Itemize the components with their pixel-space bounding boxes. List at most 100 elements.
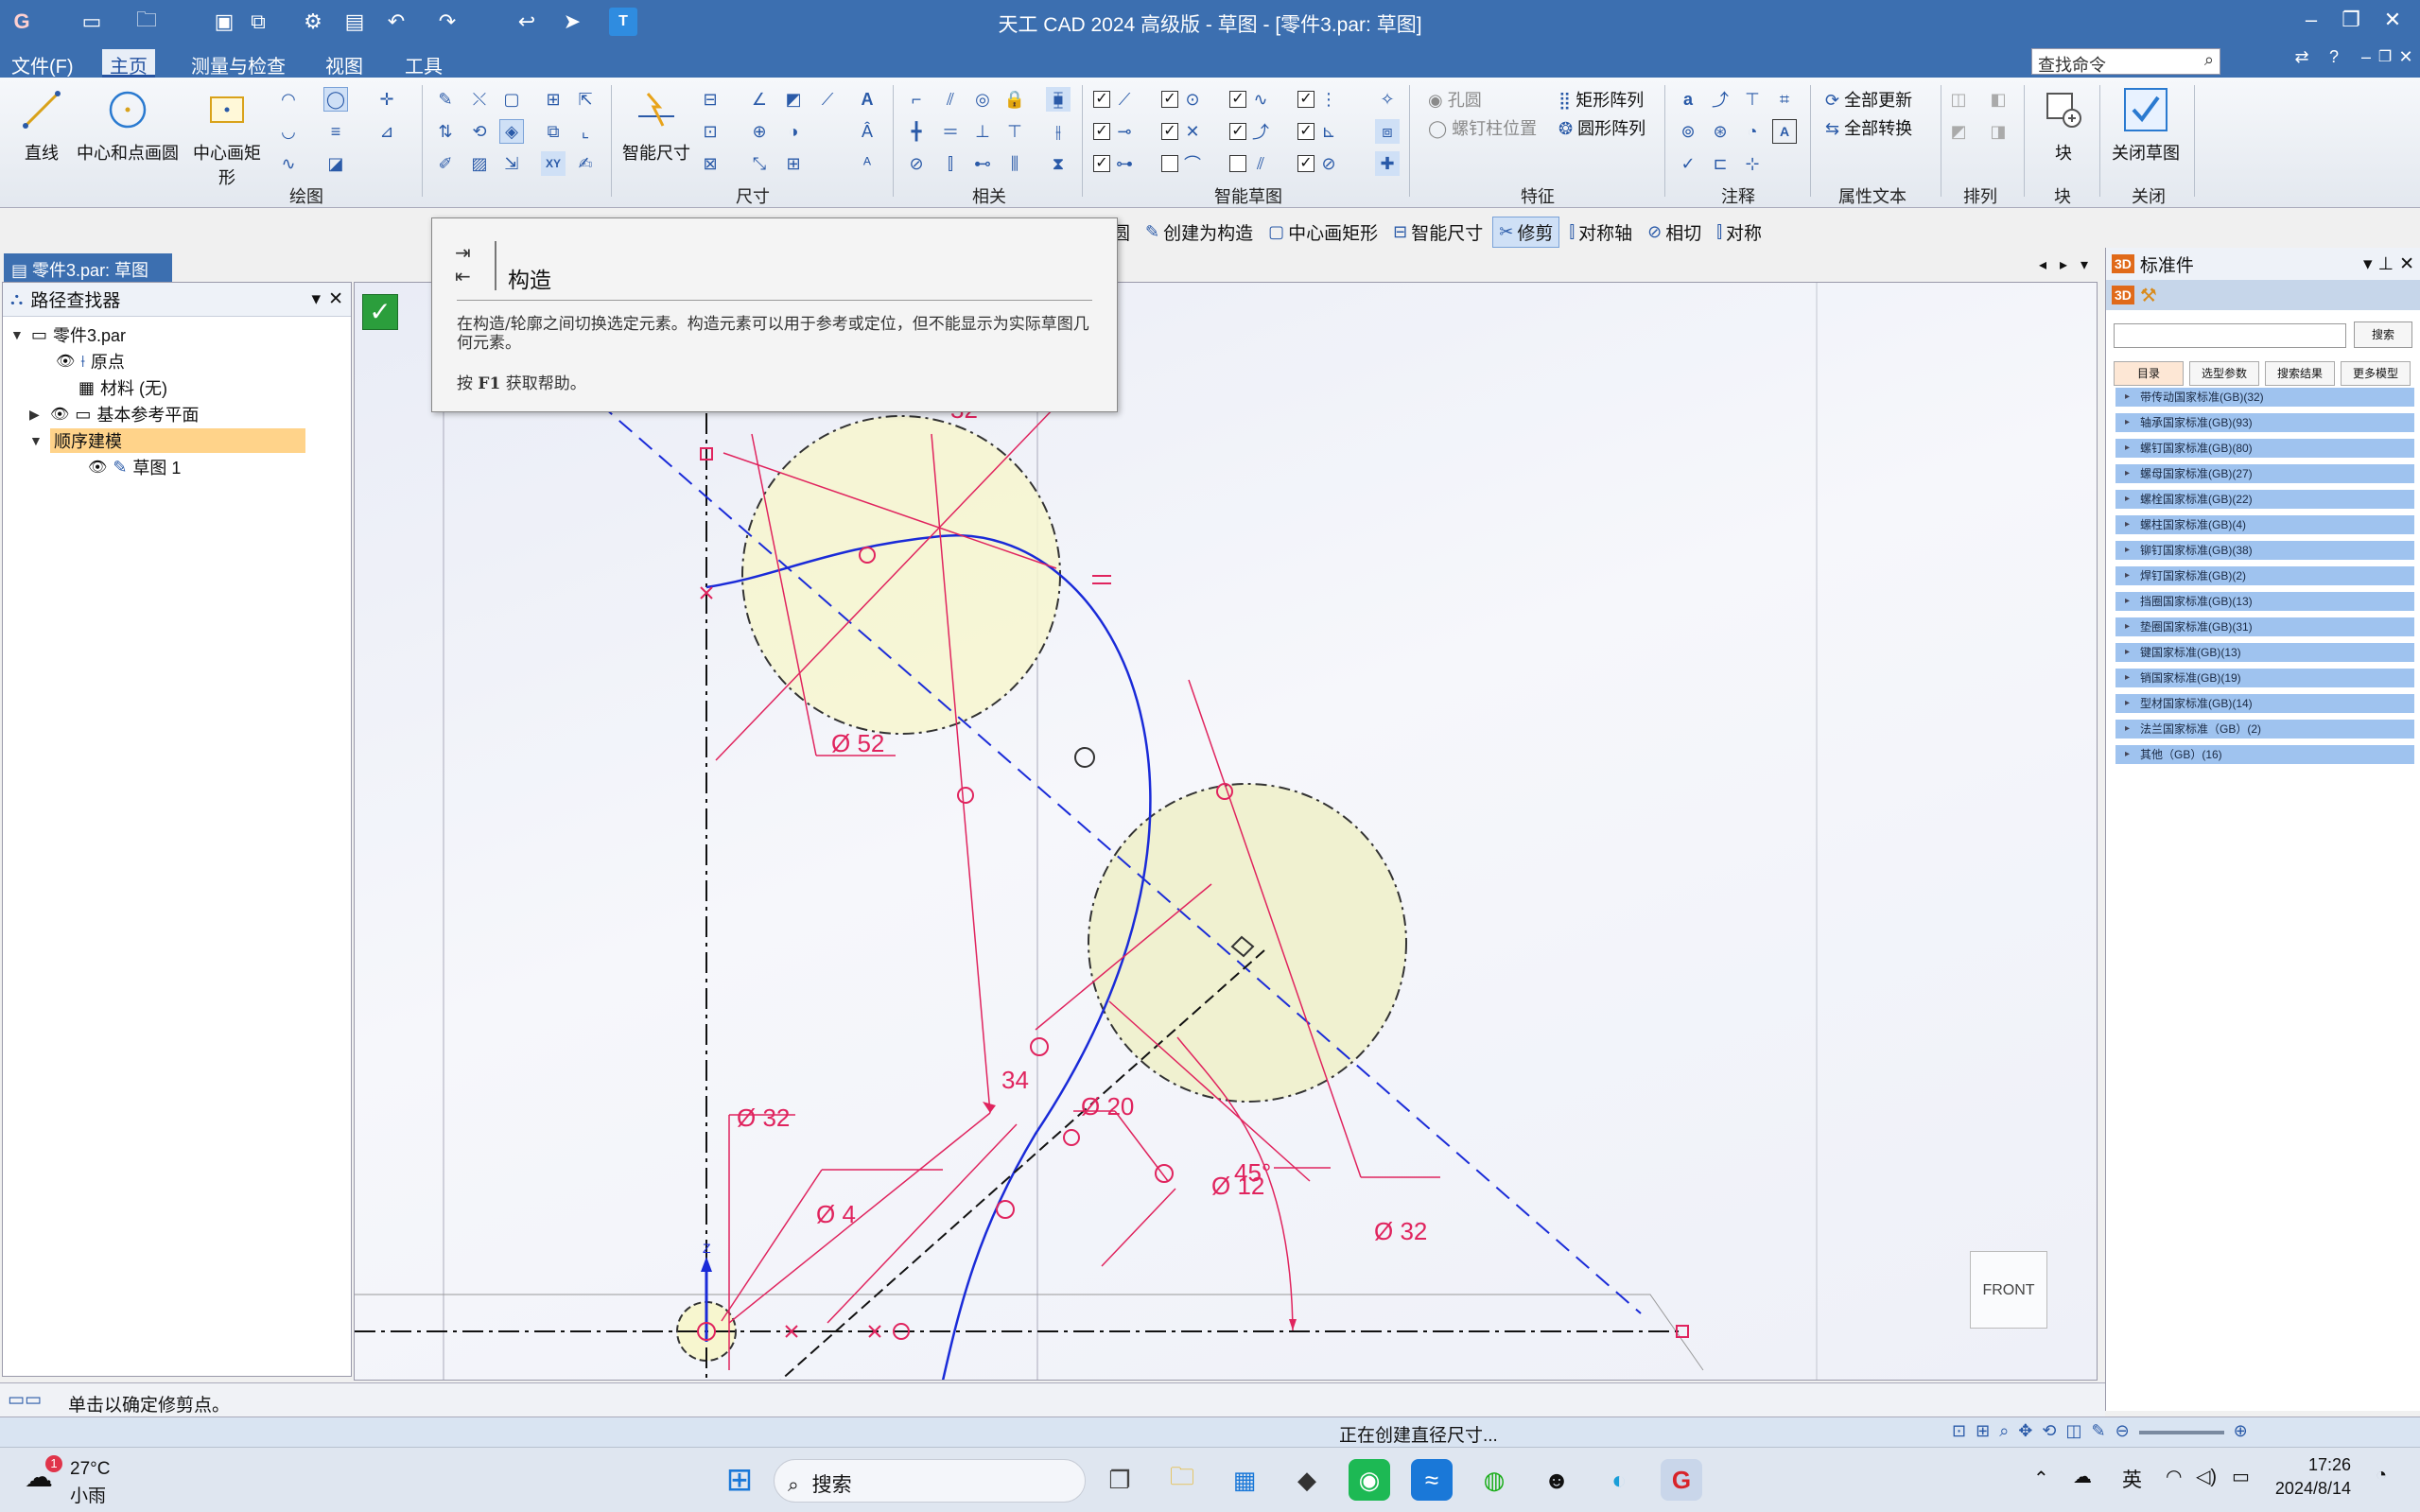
hole-option[interactable]: ◉ 孔圆 xyxy=(1428,87,1482,112)
pin-icon[interactable]: ⊥ xyxy=(2378,253,2394,275)
circ-pattern-button[interactable]: ❂ 圆形阵列 xyxy=(1558,115,1645,140)
library-item[interactable]: 螺栓国家标准(GB)(22) xyxy=(2115,490,2414,510)
callout-icon[interactable]: ⊚ xyxy=(1676,119,1700,144)
zoom-slider[interactable] xyxy=(2138,1431,2224,1434)
corner-icon[interactable]: ⌞ xyxy=(573,119,598,144)
offset-icon[interactable]: ≡ xyxy=(323,119,348,144)
smart-check-12[interactable]: ✓ xyxy=(1297,155,1314,172)
text-style-icon[interactable]: Â xyxy=(855,119,879,144)
stud-option[interactable]: ◯ 螺钉柱位置 xyxy=(1428,115,1537,140)
keypoint[interactable] xyxy=(1155,1164,1174,1183)
dropdown-icon[interactable]: ▾ xyxy=(312,288,322,310)
menu-measure[interactable]: 测量与检查 xyxy=(183,49,293,80)
center-mark-icon[interactable]: ⊹ xyxy=(1740,151,1765,176)
fill-icon[interactable]: ◪ xyxy=(323,151,348,176)
text-box-icon[interactable]: A xyxy=(1772,119,1797,144)
library-item[interactable]: 垫圈国家标准(GB)(31) xyxy=(2115,617,2414,637)
cmd-construction[interactable]: ✎ 创建为构造 xyxy=(1140,217,1259,247)
tiangong-cad-icon[interactable]: G xyxy=(1661,1459,1702,1501)
battery-icon[interactable]: ▭ xyxy=(2232,1465,2250,1488)
notification-icon[interactable]: ◔ xyxy=(2376,1465,2387,1486)
cursor-snap-icon[interactable]: ✚ xyxy=(1375,151,1400,176)
sketch-geometry[interactable]: Z Ø 52 Ø 32 Ø 4 Ø 20 Ø 12 Ø 32 34 45° xyxy=(355,283,2098,1381)
library-item[interactable]: 轴承国家标准(GB)(93) xyxy=(2115,413,2414,433)
silhouette-icon[interactable]: ⊶ xyxy=(1112,151,1137,176)
cad-app-icon[interactable]: ◆ xyxy=(1286,1459,1328,1501)
tree-item-origin[interactable]: 👁 ⟊ 原点 xyxy=(56,349,125,374)
tab-selection[interactable]: 选型参数 xyxy=(2189,361,2259,386)
library-item[interactable]: 键国家标准(GB)(13) xyxy=(2115,643,2414,663)
curve-icon[interactable]: ∿ xyxy=(276,151,301,176)
keypoint[interactable] xyxy=(1030,1037,1049,1056)
ime-indicator[interactable]: 英 xyxy=(2122,1465,2142,1493)
text-size-icon[interactable]: ᴬ xyxy=(855,151,879,176)
sketch-view-icon[interactable]: ✎ xyxy=(2091,1421,2105,1441)
connect-icon[interactable]: ⌐ xyxy=(904,87,929,112)
dim-text-d20[interactable]: Ø 20 xyxy=(1081,1092,1134,1121)
dim-line-d4[interactable] xyxy=(721,1169,823,1322)
library-item[interactable]: 型材国家标准(GB)(14) xyxy=(2115,694,2414,714)
symmetric-icon[interactable]: ⫿ xyxy=(938,151,963,176)
smart-check-3[interactable]: ✓ xyxy=(1229,91,1246,108)
cmd-tangent[interactable]: ⊘ 相切 xyxy=(1642,217,1707,247)
keypoint[interactable] xyxy=(1074,747,1095,768)
dim-text-d52[interactable]: Ø 52 xyxy=(831,729,884,757)
weld-icon[interactable]: ⌗ xyxy=(1772,87,1797,112)
dim-text-34[interactable]: 34 xyxy=(1001,1066,1029,1094)
extend-icon[interactable]: ⤬ xyxy=(467,87,492,112)
center-rect-button[interactable]: 中心画矩形 xyxy=(185,85,269,189)
dropdown-icon[interactable]: ▾ xyxy=(2363,253,2373,275)
tree-item-sketch[interactable]: 👁 ✎ 草图 1 xyxy=(88,455,181,479)
clock[interactable]: 17:26 2024/8/14 xyxy=(2270,1455,2351,1499)
swap-icon[interactable]: ⇄ xyxy=(2285,47,2319,78)
library-item[interactable]: 法兰国家标准（GB）(2) xyxy=(2115,720,2414,739)
bring-forward-icon[interactable]: ◩ xyxy=(1946,119,1971,144)
mirror-icon[interactable]: ⊿ xyxy=(374,119,399,144)
update-all-button[interactable]: ⟳ 全部更新 xyxy=(1825,87,1912,112)
smart-check-6[interactable]: ✓ xyxy=(1161,123,1178,140)
smart-check-10[interactable] xyxy=(1161,155,1178,172)
smart-check-2[interactable]: ✓ xyxy=(1161,91,1178,108)
tree-item-part[interactable]: ▼ ▭ 零件3.par xyxy=(10,322,126,347)
minimize-button[interactable]: – xyxy=(2294,8,2328,38)
block-button[interactable]: 块 xyxy=(2035,85,2092,165)
wifi-icon[interactable]: ◠ xyxy=(2166,1465,2182,1488)
library-item[interactable]: 螺钉国家标准(GB)(80) xyxy=(2115,439,2414,459)
dim-chain-icon[interactable]: ⊡ xyxy=(698,119,723,144)
dim-text-d4[interactable]: Ø 4 xyxy=(816,1200,856,1228)
cmd-center-rect[interactable]: ▢ 中心画矩形 xyxy=(1262,217,1384,247)
library-item[interactable]: 销国家标准(GB)(19) xyxy=(2115,669,2414,688)
maximize-button[interactable]: ❐ xyxy=(2334,8,2368,38)
line-button[interactable]: 直线 xyxy=(13,85,70,165)
relation-assistant-icon[interactable]: ⧯ xyxy=(1046,87,1071,112)
zoom-window-icon[interactable]: ⊞ xyxy=(1976,1421,1990,1441)
surface-texture-icon[interactable]: ◔ xyxy=(1740,119,1765,144)
dim-text-d32-left[interactable]: Ø 32 xyxy=(737,1104,790,1132)
keypoint[interactable] xyxy=(1063,1129,1080,1146)
circle-d52[interactable] xyxy=(741,415,1061,735)
center-circle-button[interactable]: 中心和点画圆 xyxy=(76,85,180,165)
menu-view[interactable]: 视图 xyxy=(318,49,371,80)
zoom-in-icon[interactable]: ⊕ xyxy=(2234,1421,2248,1441)
keypoint[interactable] xyxy=(957,787,974,804)
hammer-icon[interactable]: ⚒ xyxy=(2140,284,2157,307)
concentric-icon[interactable]: ◎ xyxy=(970,87,995,112)
eye-icon[interactable]: 👁 xyxy=(56,352,75,371)
construction-icon[interactable]: ◈ xyxy=(499,119,524,144)
bring-front-icon[interactable]: ◫ xyxy=(1946,87,1971,112)
scale-icon[interactable]: ⇲ xyxy=(499,151,524,176)
menu-home[interactable]: 主页 xyxy=(102,49,155,78)
split-icon[interactable]: ⇅ xyxy=(433,119,458,144)
center-line[interactable] xyxy=(440,283,1642,1314)
tangent-arc-icon[interactable]: ◡ xyxy=(276,119,301,144)
menu-tools[interactable]: 工具 xyxy=(397,49,450,80)
tray-overflow-icon[interactable]: ⌃ xyxy=(2033,1467,2049,1490)
tab-catalog[interactable]: 目录 xyxy=(2114,361,2184,386)
library-item[interactable]: 铆钉国家标准(GB)(38) xyxy=(2115,541,2414,561)
3d-library-icon[interactable]: 3D xyxy=(2112,286,2134,304)
smart-check-8[interactable]: ✓ xyxy=(1297,123,1314,140)
midpoint-snap-icon[interactable]: ⊸ xyxy=(1112,119,1137,144)
dim-aligned-icon[interactable]: ⟋ xyxy=(815,87,840,112)
close-button[interactable]: ✕ xyxy=(2376,8,2410,38)
search-icon[interactable]: ⌕ xyxy=(2204,50,2214,70)
